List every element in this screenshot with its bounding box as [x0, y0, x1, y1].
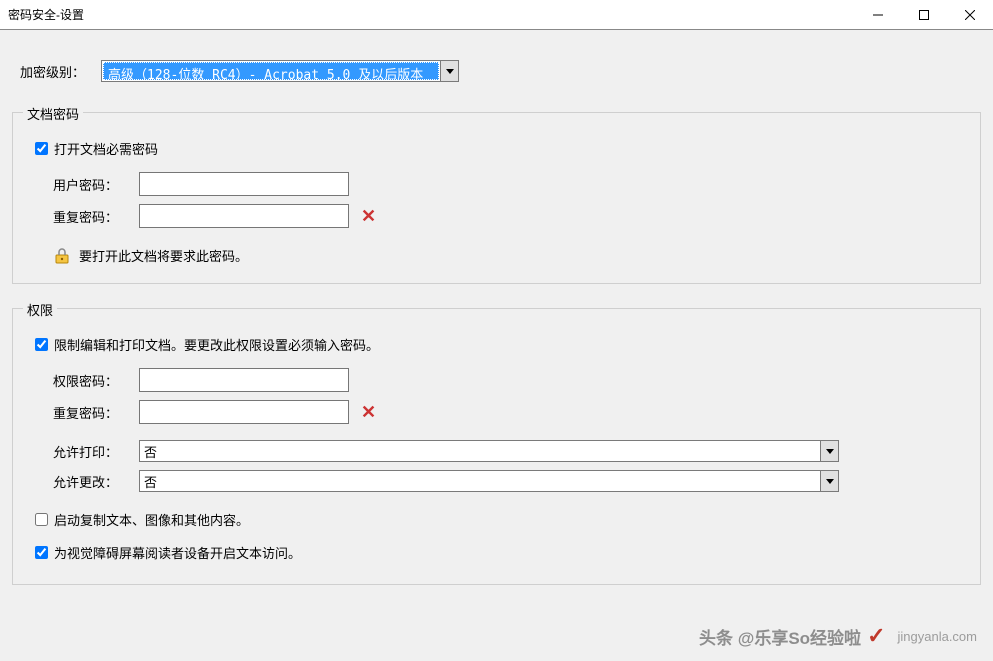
require-open-password-label: 打开文档必需密码	[54, 139, 158, 158]
allow-change-value: 否	[140, 471, 820, 491]
user-password-label: 用户密码：	[53, 175, 139, 194]
watermark-site: jingyanla.com	[898, 629, 978, 644]
enable-accessibility-row[interactable]: 为视觉障碍屏幕阅读者设备开启文本访问。	[31, 543, 968, 562]
permission-password-label: 权限密码：	[53, 371, 139, 390]
user-password-repeat-row: 重复密码： ✕	[53, 204, 968, 228]
enable-copy-row[interactable]: 启动复制文本、图像和其他内容。	[31, 510, 968, 529]
allow-print-value: 否	[140, 441, 820, 461]
chevron-down-icon	[820, 471, 838, 491]
permissions-legend: 权限	[23, 300, 57, 319]
invalid-icon: ✕	[361, 206, 376, 227]
watermark-text: 头条 @乐享So经验啦	[699, 624, 861, 649]
allow-print-label: 允许打印：	[53, 442, 139, 461]
enable-accessibility-label: 为视觉障碍屏幕阅读者设备开启文本访问。	[54, 543, 301, 562]
close-button[interactable]	[947, 0, 993, 29]
document-password-info-text: 要打开此文档将要求此密码。	[79, 246, 248, 265]
minimize-icon	[873, 10, 883, 20]
permission-password-input[interactable]	[139, 368, 349, 392]
permission-password-repeat-row: 重复密码： ✕	[53, 400, 968, 424]
encryption-level-select[interactable]: 高级（128-位数 RC4）- Acrobat 5.0 及以后版本	[101, 60, 459, 82]
restrict-editing-row[interactable]: 限制编辑和打印文档。要更改此权限设置必须输入密码。	[31, 335, 968, 354]
window-controls	[855, 0, 993, 29]
encryption-level-value: 高级（128-位数 RC4）- Acrobat 5.0 及以后版本	[103, 62, 439, 80]
restrict-editing-label: 限制编辑和打印文档。要更改此权限设置必须输入密码。	[54, 335, 379, 354]
user-password-input[interactable]	[139, 172, 349, 196]
encryption-level-row: 加密级别： 高级（128-位数 RC4）- Acrobat 5.0 及以后版本	[20, 60, 985, 82]
restrict-editing-checkbox[interactable]	[35, 338, 48, 351]
allow-change-row: 允许更改： 否	[53, 470, 968, 492]
maximize-icon	[919, 10, 929, 20]
maximize-button[interactable]	[901, 0, 947, 29]
encryption-level-label: 加密级别：	[20, 62, 85, 81]
allow-print-select[interactable]: 否	[139, 440, 839, 462]
permission-password-repeat-label: 重复密码：	[53, 403, 139, 422]
require-open-password-row[interactable]: 打开文档必需密码	[31, 139, 968, 158]
user-password-row: 用户密码：	[53, 172, 968, 196]
user-password-repeat-label: 重复密码：	[53, 207, 139, 226]
window-title: 密码安全-设置	[8, 6, 84, 23]
document-password-group: 文档密码 打开文档必需密码 用户密码： 重复密码： ✕ 要打开此文档将要求此密码…	[12, 112, 981, 284]
chevron-down-icon	[820, 441, 838, 461]
allow-change-label: 允许更改：	[53, 472, 139, 491]
chevron-down-icon	[440, 61, 458, 81]
minimize-button[interactable]	[855, 0, 901, 29]
enable-accessibility-checkbox[interactable]	[35, 546, 48, 559]
allow-print-row: 允许打印： 否	[53, 440, 968, 462]
allow-change-select[interactable]: 否	[139, 470, 839, 492]
watermark: 头条 @乐享So经验啦 ✓ jingyanla.com	[699, 623, 977, 649]
checkmark-icon: ✓	[867, 623, 885, 649]
require-open-password-checkbox[interactable]	[35, 142, 48, 155]
close-icon	[965, 10, 975, 20]
document-password-info-row: 要打开此文档将要求此密码。	[53, 246, 968, 265]
invalid-icon: ✕	[361, 402, 376, 423]
document-password-legend: 文档密码	[23, 104, 83, 123]
permission-password-row: 权限密码：	[53, 368, 968, 392]
dialog-content: 加密级别： 高级（128-位数 RC4）- Acrobat 5.0 及以后版本 …	[0, 30, 993, 585]
permissions-group: 权限 限制编辑和打印文档。要更改此权限设置必须输入密码。 权限密码： 重复密码：…	[12, 308, 981, 585]
enable-copy-checkbox[interactable]	[35, 513, 48, 526]
title-bar: 密码安全-设置	[0, 0, 993, 30]
permission-password-repeat-input[interactable]	[139, 400, 349, 424]
user-password-repeat-input[interactable]	[139, 204, 349, 228]
enable-copy-label: 启动复制文本、图像和其他内容。	[54, 510, 249, 529]
lock-icon	[53, 247, 71, 265]
